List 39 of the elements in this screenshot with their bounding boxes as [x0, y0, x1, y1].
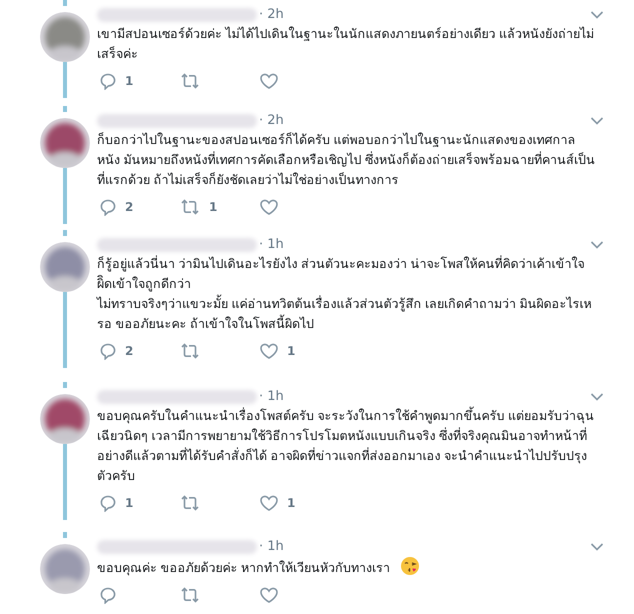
chevron-down-icon[interactable]: [590, 240, 604, 250]
reply-icon[interactable]: [99, 72, 117, 90]
reply-icon[interactable]: [99, 586, 117, 604]
retweet-icon[interactable]: [179, 342, 201, 360]
tweet-text: ไม่ทราบจริงๆว่าแขวะมั้ย แค่อ่านทวิตต้นเรื่องแล้วส่วนตัวรู้สึก เลยเกิดคำถามว่า มินผิดอะไรเหรอ ขออภัยนะคะ ถ้าเข้าใจในโพสนี้ผิดไป: [97, 294, 597, 334]
chevron-down-icon[interactable]: [590, 542, 604, 552]
kissing-face-icon: [400, 556, 420, 576]
reply-count: 2: [125, 199, 134, 216]
tweet-text: ขอบคุณครับในคำแนะนำเรื่องโพสต์ครับ จะระวังในการใช้คำพูดมากขึ้นครับ แต่ยอมรับว่าฉุนเฉียวนิดๆ เวลามีการพยายามใช้วิธีการโปรโมตหนังแบบเกินจริง ซึ่งที่จริงคุณมินอาจทำหน้าที่อย่างดีแล้วตามที่ได้รับคำสั่งก็ได้ อาจผิดที่ข่าวแจกที่ส่งออกมาเอง จะนำคำแนะนำไปปรับปรุงตัวครับ: [97, 406, 597, 486]
reply-count: 1: [125, 73, 134, 90]
tweet-text: ก็บอกว่าไปในฐานะของสปอนเซอร์ก็ได้ครับ แต่พอบอกว่าไปในฐานะนักแสดงของเทศกาลหนัง มันหมายถึงหนังที่เทศการคัดเลือกหรือเชิญไป ซึ่งหนังก็ต้องถ่ายเสร็จพร้อมฉายที่คานส์เป็นที่แรกด้วย ถ้าไม่เสร็จก็ยังชัดเลยว่าไม่ใช่อย่างเป็นทางการ: [97, 131, 596, 189]
like-icon[interactable]: [259, 198, 279, 216]
timestamp[interactable]: · 2h: [259, 5, 284, 25]
timestamp[interactable]: · 1h: [259, 387, 284, 407]
timestamp[interactable]: · 2h: [259, 111, 284, 131]
tweet-text: เขามีสปอนเซอร์ด้วยค่ะ ไม่ได้ไปเดินในฐานะในนักแสดงภายนตร์อย่างเดียว แล้วหนังยังถ่ายไม่เสร็จค่ะ: [97, 26, 595, 63]
like-icon[interactable]: [259, 342, 279, 360]
reply-icon[interactable]: [99, 342, 117, 360]
tweet-text: ก็รู้อยู่แล้วนี่นา ว่ามินไปเดินอะไรยังไง ส่วนตัวนะคะมองว่า น่าจะโพสให้คนที่คิดว่าเค้าเข้าใจผิิดเข้าใจถูกดีกว่า: [97, 254, 586, 294]
reply-count: 1: [125, 495, 134, 512]
timestamp[interactable]: · 1h: [259, 537, 284, 557]
like-icon[interactable]: [259, 72, 279, 90]
retweet-count: 1: [209, 199, 218, 216]
chevron-down-icon[interactable]: [590, 10, 604, 20]
chevron-down-icon[interactable]: [590, 116, 604, 126]
like-count: 1: [287, 343, 296, 360]
retweet-icon[interactable]: [179, 494, 201, 512]
chevron-down-icon[interactable]: [590, 392, 604, 402]
retweet-icon[interactable]: [179, 72, 201, 90]
retweet-icon[interactable]: [179, 586, 201, 604]
retweet-icon[interactable]: [179, 198, 201, 216]
like-icon[interactable]: [259, 586, 279, 604]
reply-icon[interactable]: [99, 494, 117, 512]
like-count: 1: [287, 495, 296, 512]
reply-count: 2: [125, 343, 134, 360]
timestamp[interactable]: · 1h: [259, 235, 284, 255]
reply-icon[interactable]: [99, 198, 117, 216]
tweet-text: ขอบคุณค่ะ ขออภัยด้วยค่ะ หากทำให้เวียนหัวกับทางเรา: [97, 561, 390, 575]
like-icon[interactable]: [259, 494, 279, 512]
